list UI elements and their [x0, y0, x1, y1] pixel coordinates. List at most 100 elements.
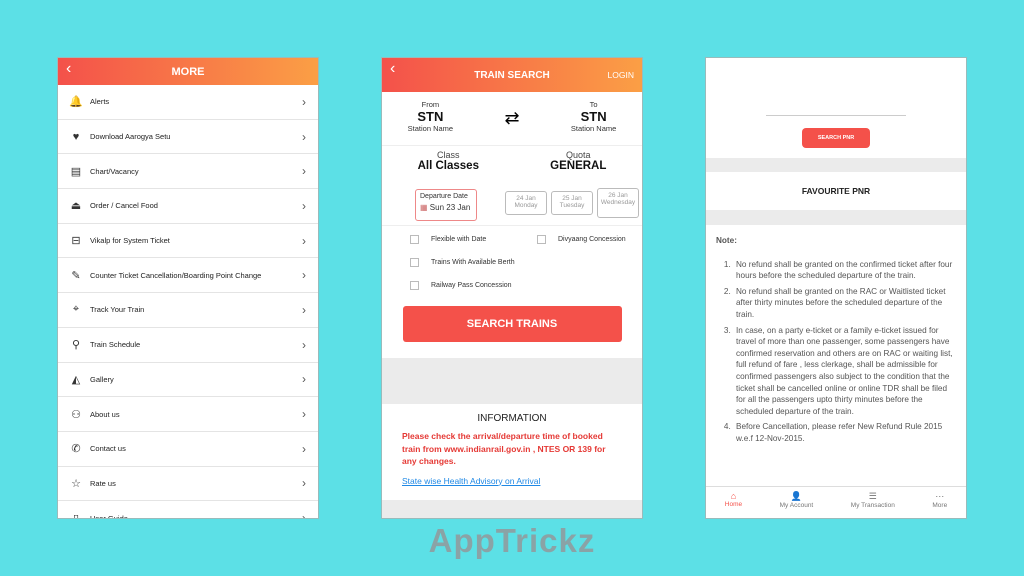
calendar-icon: ▦: [420, 203, 428, 212]
class-selector[interactable]: Class All Classes: [418, 150, 479, 186]
chevron-right-icon: ›: [302, 476, 306, 491]
nav-label: My Transaction: [850, 502, 895, 509]
header: ‹ TRAIN SEARCH LOGIN: [382, 58, 642, 92]
quota-value: GENERAL: [550, 160, 607, 172]
menu-item-label: Track Your Train: [90, 305, 145, 315]
back-icon[interactable]: ‹: [390, 60, 395, 78]
nav-my-account[interactable]: 👤 My Account: [780, 491, 814, 518]
phone-icon: ✆: [71, 443, 81, 456]
from-code: STN: [417, 109, 444, 124]
menu-item[interactable]: ▯ User Guide ›: [58, 501, 318, 519]
menu-item[interactable]: 🔔 Alerts ›: [58, 85, 318, 120]
nav-my-transaction[interactable]: ☰ My Transaction: [851, 491, 895, 518]
list-icon: ☰: [868, 491, 877, 501]
home-icon: ⌂: [730, 491, 737, 501]
health-advisory-link[interactable]: State wise Health Advisory on Arrival: [382, 468, 642, 486]
class-label: Class: [437, 150, 460, 160]
class-value: All Classes: [417, 160, 479, 172]
menu-item-label: Train Schedule: [90, 340, 141, 350]
note-title: Note:: [716, 236, 737, 245]
pnr-input[interactable]: [766, 58, 906, 116]
menu-item[interactable]: ⚇ About us ›: [58, 397, 318, 432]
schedule-icon: ⚲: [71, 339, 81, 352]
chevron-right-icon: ›: [302, 129, 306, 144]
menu-item[interactable]: ☆ Rate us ›: [58, 467, 318, 502]
menu-item-label: Counter Ticket Cancellation/Boarding Poi…: [90, 270, 262, 280]
person-icon: 👤: [790, 491, 803, 501]
option-label: Trains With Available Berth: [431, 259, 515, 266]
option-label: Divyaang Concession: [558, 236, 626, 243]
railway-pass-checkbox[interactable]: [410, 281, 419, 290]
from-name: Station Name: [407, 124, 454, 133]
chevron-right-icon: ›: [302, 233, 306, 248]
departure-label: Departure Date: [420, 193, 468, 200]
star-icon: ☆: [71, 477, 81, 490]
nav-label: My Account: [779, 502, 814, 509]
station-selector: From STN Station Name ⇄ To STN Station Name: [382, 92, 642, 146]
divider: [706, 210, 966, 225]
swap-icon[interactable]: ⇄: [504, 100, 519, 145]
departure-date-picker[interactable]: Departure Date ▦ Sun 23 Jan: [415, 189, 477, 221]
more-dots-icon: ⋯: [935, 491, 945, 501]
nav-home[interactable]: ⌂ Home: [725, 491, 742, 518]
menu-list: 🔔 Alerts › ♥ Download Aarogya Setu › ▤ Chart/Va…: [58, 85, 318, 519]
menu-item-label: About us: [90, 409, 120, 419]
date: 24 Jan: [516, 195, 536, 202]
to-code: STN: [580, 109, 607, 124]
refund-notes: Note: No refund shall be granted on the …: [706, 225, 966, 445]
bell-icon: 🔔: [69, 96, 83, 109]
day: Wednesday: [600, 199, 636, 206]
menu-item[interactable]: ✆ Contact us ›: [58, 432, 318, 467]
date-option[interactable]: 26 Jan Wednesday: [597, 188, 639, 218]
bottom-nav: ⌂ Home 👤 My Account ☰ My Transaction ⋯ More: [706, 486, 966, 518]
search-pnr-button[interactable]: SEARCH PNR: [802, 128, 870, 148]
divider: [382, 358, 642, 404]
to-station[interactable]: To STN Station Name: [571, 100, 616, 145]
search-trains-button[interactable]: SEARCH TRAINS: [402, 306, 622, 342]
location-pin-icon: ⌖: [72, 303, 80, 316]
train-search-screen: ‹ TRAIN SEARCH LOGIN From STN Station Name ⇄…: [381, 57, 643, 519]
nav-more[interactable]: ⋯ More: [932, 491, 947, 518]
login-button[interactable]: LOGIN: [608, 70, 634, 80]
watermark: AppTrickz: [428, 522, 596, 559]
note-item: Before Cancellation, please refer New Re…: [733, 421, 956, 444]
option-label: Flexible with Date: [431, 236, 487, 243]
menu-item-label: Gallery: [90, 374, 114, 384]
divider: [706, 158, 966, 172]
date-option[interactable]: 24 Jan Monday: [505, 191, 547, 215]
header: ‹ MORE: [58, 58, 318, 85]
menu-item-label: User Guide: [90, 513, 128, 519]
chevron-right-icon: ›: [302, 407, 306, 422]
date-option[interactable]: 25 Jan Tuesday: [551, 191, 593, 215]
quota-selector[interactable]: Quota GENERAL: [550, 150, 606, 186]
document-edit-icon: ✎: [71, 269, 81, 282]
menu-item[interactable]: ⚲ Train Schedule ›: [58, 328, 318, 363]
menu-item[interactable]: ◭ Gallery ›: [58, 363, 318, 398]
menu-item-label: Chart/Vacancy: [90, 166, 139, 176]
available-berth-checkbox[interactable]: [410, 258, 419, 267]
information-title: INFORMATION: [477, 413, 547, 424]
from-label: From: [421, 100, 440, 109]
divyaang-checkbox[interactable]: [537, 235, 546, 244]
quota-label: Quota: [566, 150, 591, 160]
departure-value: Sun 23 Jan: [429, 203, 471, 212]
train-icon: ⊟: [71, 235, 81, 248]
chevron-right-icon: ›: [302, 268, 306, 283]
users-icon: ⚇: [71, 408, 81, 421]
menu-item[interactable]: ⊟ Vikalp for System Ticket ›: [58, 224, 318, 259]
favourite-pnr-title: FAVOURITE PNR: [801, 186, 871, 196]
menu-item[interactable]: ⌖ Track Your Train ›: [58, 293, 318, 328]
menu-item[interactable]: ♥ Download Aarogya Setu ›: [58, 120, 318, 155]
to-name: Station Name: [570, 124, 617, 133]
menu-item[interactable]: ✎ Counter Ticket Cancellation/Boarding Po…: [58, 258, 318, 294]
from-station[interactable]: From STN Station Name: [408, 100, 453, 145]
menu-item[interactable]: ▤ Chart/Vacancy ›: [58, 154, 318, 190]
chevron-right-icon: ›: [302, 302, 306, 317]
back-icon[interactable]: ‹: [66, 60, 71, 78]
heart-icon: ♥: [72, 130, 80, 143]
menu-item-label: Download Aarogya Setu: [90, 132, 171, 142]
flexible-date-checkbox[interactable]: [410, 235, 419, 244]
guide-icon: ▯: [72, 512, 80, 519]
menu-item[interactable]: ⏏ Order / Cancel Food ›: [58, 189, 318, 224]
day: Monday: [514, 202, 538, 209]
